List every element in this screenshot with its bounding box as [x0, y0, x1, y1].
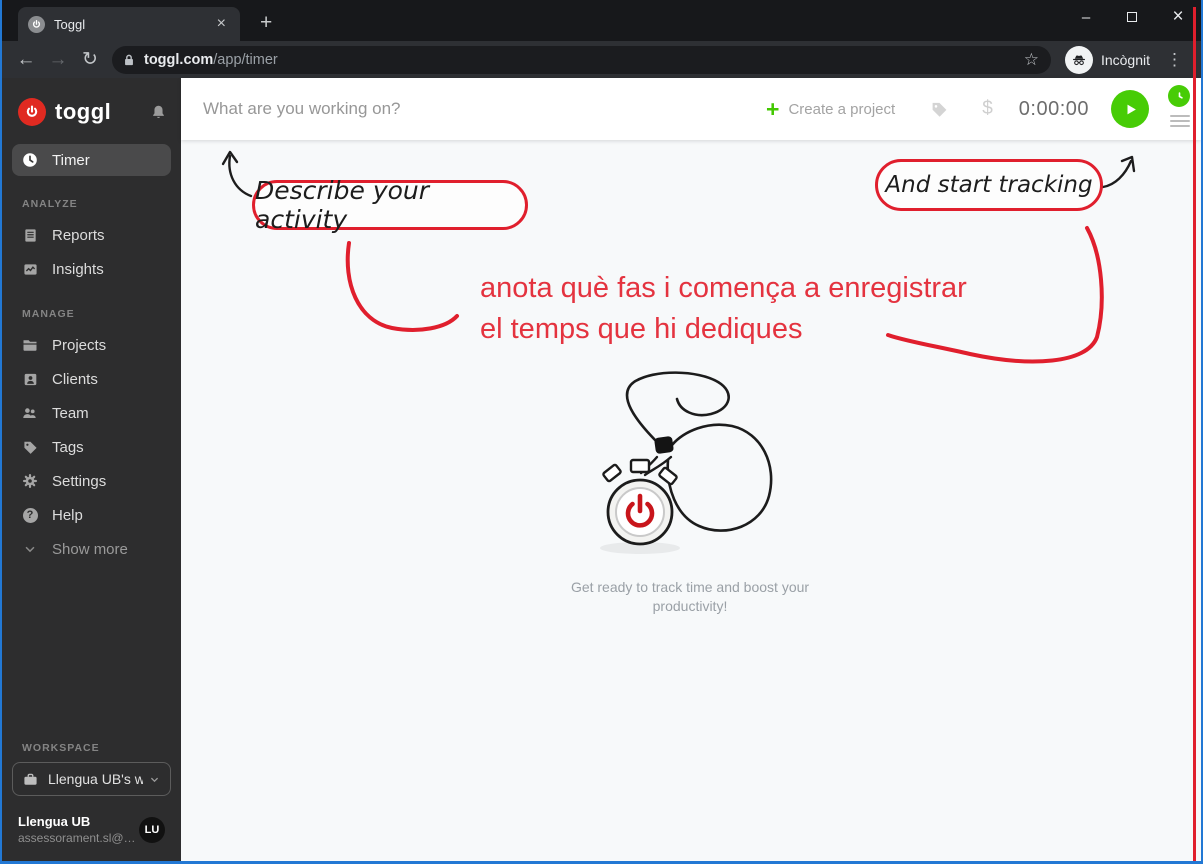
incognito-icon	[1064, 45, 1093, 74]
timer-topbar: + Create a project $ 0:00:00	[181, 78, 1201, 140]
window-controls: – ×	[1063, 0, 1201, 34]
incognito-label: Incògnit	[1100, 51, 1150, 68]
sidebar-item-tags[interactable]: Tags	[2, 430, 181, 464]
clients-icon	[22, 371, 38, 387]
user-profile[interactable]: Llengua UB assessorament.sl@… LU	[18, 814, 165, 845]
task-description-input[interactable]	[201, 98, 767, 120]
timer-clock-icon	[22, 152, 38, 168]
browser-toolbar: ← → ↻ toggl.com/app/timer ☆ Incògnit ⋮	[2, 41, 1201, 78]
browser-menu-icon[interactable]: ⋮	[1156, 50, 1193, 70]
sidebar-show-more[interactable]: Show more	[2, 532, 181, 566]
timer-menu-icon[interactable]	[1170, 112, 1190, 130]
sidebar-item-projects[interactable]: Projects	[2, 328, 181, 362]
reports-icon	[22, 227, 38, 243]
billable-button[interactable]: $	[982, 98, 993, 120]
section-analyze: ANALYZE	[22, 198, 78, 210]
maximize-icon	[1127, 12, 1137, 22]
red-edge-annotation-line	[1193, 7, 1196, 861]
help-icon: ?	[22, 507, 38, 523]
toggl-wordmark[interactable]: toggl	[55, 99, 150, 125]
minimize-button[interactable]: –	[1063, 0, 1109, 34]
briefcase-icon	[23, 772, 38, 787]
maximize-button[interactable]	[1109, 0, 1155, 34]
section-workspace: WORKSPACE	[22, 742, 100, 754]
sidebar-item-reports[interactable]: Reports	[2, 218, 181, 252]
tab-title: Toggl	[54, 16, 86, 32]
incognito-badge: Incògnit	[1064, 45, 1150, 74]
tag-icon	[22, 439, 38, 455]
toggl-favicon-icon	[28, 15, 45, 33]
chevron-down-icon	[22, 541, 38, 557]
sidebar-item-timer[interactable]: Timer	[12, 144, 171, 176]
sidebar: toggl Timer ANALYZE Reports Insights MAN…	[2, 78, 181, 861]
reload-button[interactable]: ↻	[74, 48, 106, 71]
sidebar-item-settings[interactable]: Settings	[2, 464, 181, 498]
empty-state-caption: Get ready to track time and boost your p…	[570, 579, 810, 614]
play-icon	[1127, 104, 1136, 114]
start-timer-button[interactable]	[1111, 90, 1149, 128]
team-icon	[22, 405, 38, 421]
section-manage: MANAGE	[22, 308, 75, 320]
catalan-annotation-text: anota què fas i comença a enregistrar el…	[480, 272, 967, 345]
browser-window: Toggl × + – × ← → ↻ toggl.com/app/timer …	[0, 0, 1203, 864]
notifications-bell-icon[interactable]	[150, 104, 167, 121]
workspace-name: Llengua UB's w…	[48, 771, 143, 787]
forward-button[interactable]: →	[42, 49, 74, 71]
insights-icon	[22, 261, 38, 277]
new-tab-button[interactable]: +	[254, 11, 278, 35]
sidebar-item-clients[interactable]: Clients	[2, 362, 181, 396]
lock-icon	[122, 53, 136, 67]
browser-tab[interactable]: Toggl ×	[18, 7, 240, 41]
workspace-selector[interactable]: Llengua UB's w…	[12, 762, 171, 796]
tab-close-icon[interactable]: ×	[213, 14, 230, 34]
timer-page-content: Describe your activity And start trackin…	[181, 140, 1201, 861]
avatar[interactable]: LU	[139, 816, 165, 843]
plus-icon: +	[766, 95, 780, 122]
timer-display[interactable]: 0:00:00	[1019, 98, 1089, 121]
bookmark-star-icon[interactable]: ☆	[1024, 50, 1039, 70]
sidebar-item-insights[interactable]: Insights	[2, 252, 181, 286]
toggl-button-clock-icon[interactable]	[1168, 85, 1190, 107]
user-name: Llengua UB	[18, 814, 91, 829]
gear-icon	[22, 473, 38, 489]
callout-describe-activity: Describe your activity	[252, 176, 528, 234]
sidebar-item-help[interactable]: ? Help	[2, 498, 181, 532]
url-text: toggl.com/app/timer	[144, 51, 278, 68]
callout-start-tracking: And start tracking	[875, 159, 1103, 211]
create-project-button[interactable]: + Create a project	[766, 95, 895, 122]
chevron-down-icon	[150, 777, 159, 782]
projects-folder-icon	[22, 337, 38, 353]
toggl-logo-icon[interactable]	[18, 98, 46, 126]
sidebar-item-team[interactable]: Team	[2, 396, 181, 430]
user-email: assessorament.sl@…	[18, 831, 136, 845]
tags-button[interactable]	[931, 101, 948, 118]
tab-strip: Toggl × + – ×	[2, 0, 1201, 41]
stopwatch-illustration	[600, 371, 773, 554]
back-button[interactable]: ←	[10, 49, 42, 71]
address-bar[interactable]: toggl.com/app/timer ☆	[112, 45, 1051, 74]
